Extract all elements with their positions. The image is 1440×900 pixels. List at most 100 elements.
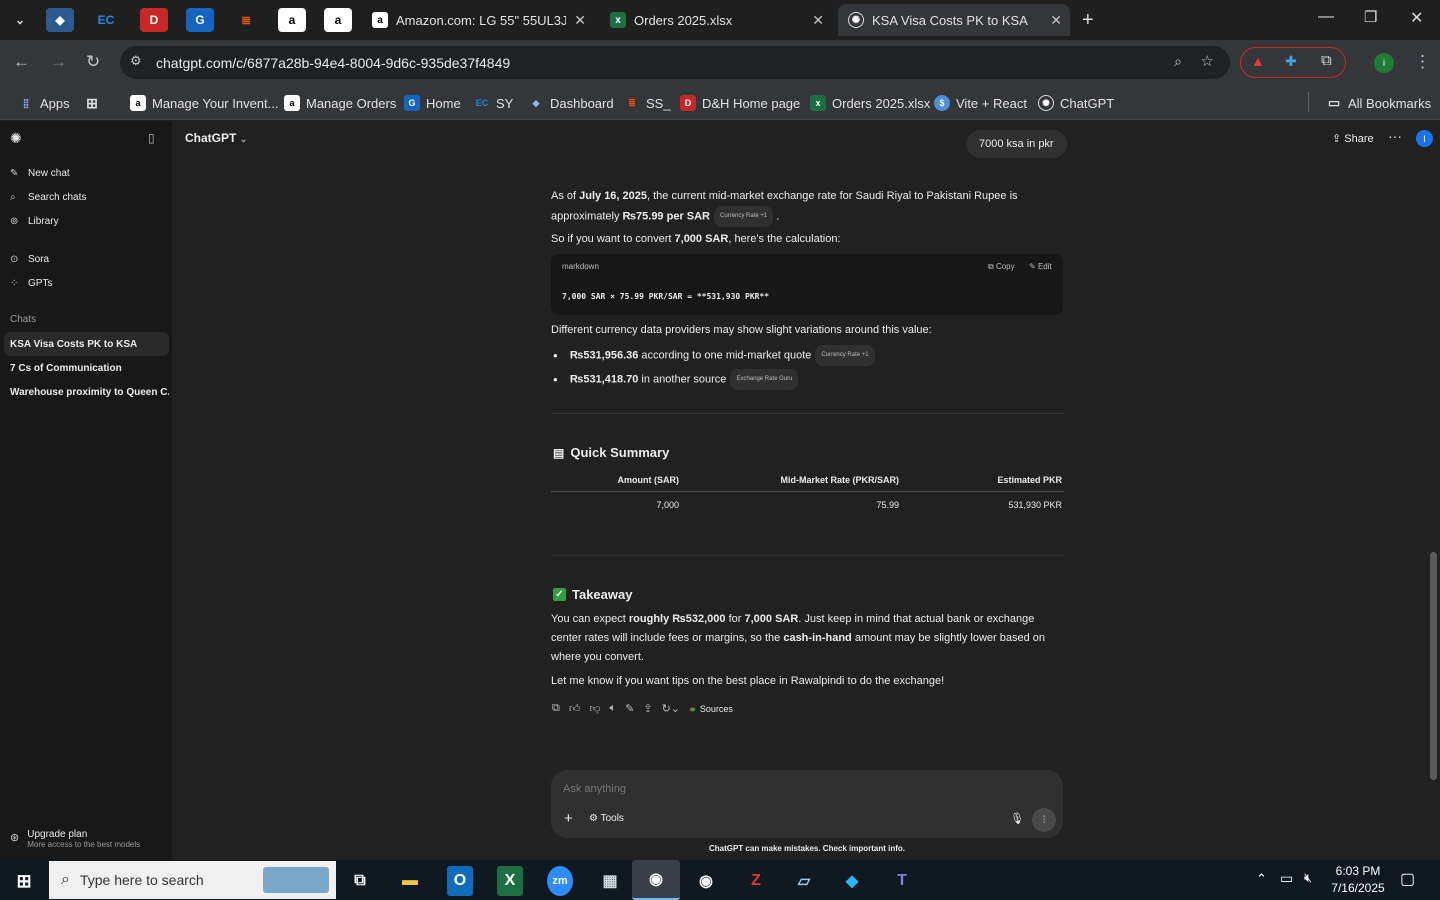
copy-icon[interactable]: ⧉ bbox=[552, 702, 560, 715]
bookmark-home[interactable]: G Home bbox=[404, 92, 461, 114]
source-pill[interactable]: Currency Rate +1 bbox=[815, 345, 875, 366]
zoom-icon[interactable]: ⌕ bbox=[1174, 53, 1182, 70]
source-pill[interactable]: Exchange Rate Guru bbox=[730, 369, 799, 390]
prompt-input[interactable] bbox=[563, 780, 1043, 798]
extensions-puzzle-icon[interactable]: ⧉ bbox=[1321, 52, 1332, 69]
back-icon[interactable]: ← bbox=[13, 52, 30, 72]
bookmark-sy[interactable]: EC SY bbox=[474, 92, 514, 114]
clipboard-icon: ▤ bbox=[553, 445, 565, 460]
scrollbar-thumb[interactable] bbox=[1430, 552, 1437, 780]
tray-chevron-icon[interactable]: ⌃ bbox=[1256, 871, 1267, 887]
pinned-tab-ec-icon[interactable]: EC bbox=[92, 8, 120, 32]
chat-item-ksa-visa[interactable]: KSA Visa Costs PK to KSA bbox=[4, 332, 169, 356]
tab-search-chevron-icon[interactable]: ⌄ bbox=[6, 8, 34, 32]
bookmark-tabgroups[interactable]: ⊞ bbox=[84, 92, 106, 114]
reload-icon[interactable]: ↻ bbox=[86, 52, 100, 72]
sidebar-item-search-chats[interactable]: ⌕ Search chats bbox=[10, 188, 86, 206]
bookmark-manage-orders[interactable]: a Manage Orders bbox=[284, 92, 396, 114]
browser-menu-icon[interactable]: ⋮ bbox=[1414, 52, 1431, 72]
notifications-icon[interactable]: ▢ bbox=[1400, 869, 1415, 889]
close-tab-icon[interactable]: ✕ bbox=[812, 12, 824, 29]
pinned-tab-amazon2-icon[interactable]: a bbox=[324, 8, 352, 32]
add-attachment-icon[interactable]: + bbox=[564, 810, 573, 827]
chrome-active-icon[interactable]: ◉ bbox=[632, 860, 680, 900]
calculator-icon[interactable]: ▦ bbox=[590, 866, 630, 896]
extension-acrobat-icon[interactable]: ▲ bbox=[1251, 53, 1265, 69]
regenerate-icon[interactable]: ↻⌄ bbox=[662, 702, 680, 715]
pinned-tab-icon[interactable]: ◆ bbox=[46, 8, 74, 32]
bookmark-star-icon[interactable]: ☆ bbox=[1201, 52, 1214, 70]
bookmark-vite[interactable]: $ Vite + React bbox=[934, 92, 1027, 114]
bookmark-chatgpt[interactable]: ✺ ChatGPT bbox=[1038, 92, 1114, 114]
tab-amazon[interactable]: a Amazon.com: LG 55" 55UL3J-E ✕ bbox=[362, 4, 594, 36]
bookmark-dashboard[interactable]: ◆ Dashboard bbox=[528, 92, 614, 114]
close-window-icon[interactable]: ✕ bbox=[1410, 8, 1423, 28]
edit-code-button[interactable]: ✎ Edit bbox=[1029, 262, 1052, 271]
windows-start-icon[interactable]: ⊞ bbox=[4, 866, 44, 896]
new-tab-icon[interactable]: + bbox=[1082, 9, 1094, 32]
pinned-tab-stack-icon[interactable]: ≣ bbox=[232, 8, 260, 32]
zoom-app-icon[interactable]: zm bbox=[547, 866, 573, 896]
forward-icon[interactable]: → bbox=[50, 52, 67, 72]
sidebar-item-gpts[interactable]: ⁘ GPTs bbox=[10, 274, 52, 292]
thumbs-up-icon[interactable]: 👍︎ bbox=[569, 702, 581, 715]
chrome-icon[interactable]: ◉ bbox=[686, 866, 726, 896]
more-options-icon[interactable]: ··· bbox=[1388, 128, 1402, 144]
model-selector[interactable]: ChatGPT ⌄ bbox=[185, 131, 247, 145]
pinned-tab-amazon-icon[interactable]: a bbox=[278, 8, 306, 32]
copy-icon: ⧉ bbox=[988, 262, 994, 271]
network-icon[interactable]: ▭ bbox=[1280, 870, 1293, 887]
chatgpt-logo-icon[interactable]: ✺ bbox=[10, 130, 22, 147]
close-tab-icon[interactable]: ✕ bbox=[574, 12, 586, 29]
volume-muted-icon[interactable]: 🔇︎ bbox=[1304, 870, 1312, 886]
app-diamond-icon[interactable]: ◆ bbox=[832, 866, 872, 896]
filezilla-icon[interactable]: Z bbox=[736, 866, 776, 896]
source-pill[interactable]: Currency Rate +1 bbox=[714, 206, 774, 227]
site-info-icon[interactable]: ⚙ bbox=[130, 53, 142, 69]
file-explorer-icon[interactable]: ▬ bbox=[390, 866, 430, 896]
notepad-icon[interactable]: ▱ bbox=[784, 866, 824, 896]
all-bookmarks[interactable]: ▭ All Bookmarks bbox=[1326, 92, 1431, 114]
share-button[interactable]: ⇪ Share bbox=[1332, 132, 1374, 145]
clock[interactable]: 6:03 PM 7/16/2025 bbox=[1330, 863, 1386, 897]
read-aloud-icon[interactable]: 🔈︎ bbox=[610, 702, 617, 715]
bookmark-dh-home[interactable]: D D&H Home page bbox=[680, 92, 800, 114]
tab-orders[interactable]: x Orders 2025.xlsx ✕ bbox=[600, 4, 832, 36]
chat-item-7cs[interactable]: 7 Cs of Communication bbox=[4, 356, 169, 380]
extension-blue-icon[interactable]: ✚ bbox=[1285, 53, 1297, 70]
tab-ksa-visa[interactable]: ✺ KSA Visa Costs PK to KSA ✕ bbox=[838, 4, 1070, 36]
copy-code-button[interactable]: ⧉ Copy bbox=[988, 262, 1015, 272]
sources-button[interactable]: ● ● Sources bbox=[689, 704, 733, 714]
pinned-tab-dh-icon[interactable]: D bbox=[140, 8, 168, 32]
bookmark-orders[interactable]: x Orders 2025.xlsx bbox=[810, 92, 930, 114]
task-view-icon[interactable]: ⧉ bbox=[340, 866, 380, 896]
user-avatar[interactable]: I bbox=[1416, 130, 1433, 147]
microphone-icon[interactable]: 🎙︎ bbox=[1010, 812, 1024, 825]
sidebar-item-new-chat[interactable]: ✎ New chat bbox=[10, 164, 70, 182]
bookmark-ss[interactable]: ≣ SS_ bbox=[624, 92, 670, 114]
thumbs-down-icon[interactable]: 👎︎ bbox=[589, 702, 600, 715]
diamond-icon: ◆ bbox=[532, 97, 540, 108]
close-sidebar-icon[interactable]: ▯ bbox=[148, 131, 155, 145]
tools-button[interactable]: ⚙ Tools bbox=[589, 813, 624, 824]
excel-icon[interactable]: X bbox=[497, 866, 523, 896]
teams-icon[interactable]: T bbox=[882, 866, 922, 896]
bookmark-apps[interactable]: ⣿ Apps bbox=[18, 92, 70, 114]
restore-icon[interactable]: ❐ bbox=[1364, 8, 1377, 26]
chat-item-warehouse[interactable]: Warehouse proximity to Queen C... bbox=[4, 380, 169, 404]
sidebar-item-sora[interactable]: ⊙ Sora bbox=[10, 250, 49, 268]
minimize-icon[interactable]: — bbox=[1318, 8, 1334, 26]
address-bar[interactable]: ⚙ chatgpt.com/c/6877a28b-94e4-8004-9d6c-… bbox=[120, 46, 1230, 79]
pinned-tab-g-icon[interactable]: G bbox=[186, 8, 214, 32]
profile-avatar[interactable]: i bbox=[1374, 53, 1394, 73]
voice-mode-icon[interactable]: ⫶ bbox=[1032, 808, 1056, 832]
edit-in-canvas-icon[interactable]: ✎ bbox=[625, 702, 634, 715]
close-tab-icon[interactable]: ✕ bbox=[1050, 12, 1062, 29]
taskbar-search[interactable]: ⌕ Type here to search bbox=[49, 861, 336, 899]
outlook-icon[interactable]: O bbox=[447, 866, 473, 896]
share-label: Share bbox=[1344, 133, 1374, 145]
bookmark-manage-inventory[interactable]: a Manage Your Invent... bbox=[130, 92, 278, 114]
sidebar-item-library[interactable]: ⊚ Library bbox=[10, 212, 59, 230]
share-icon[interactable]: ⇪ bbox=[643, 702, 652, 715]
upgrade-plan[interactable]: ⊛ Upgrade plan More access to the best m… bbox=[10, 829, 140, 849]
